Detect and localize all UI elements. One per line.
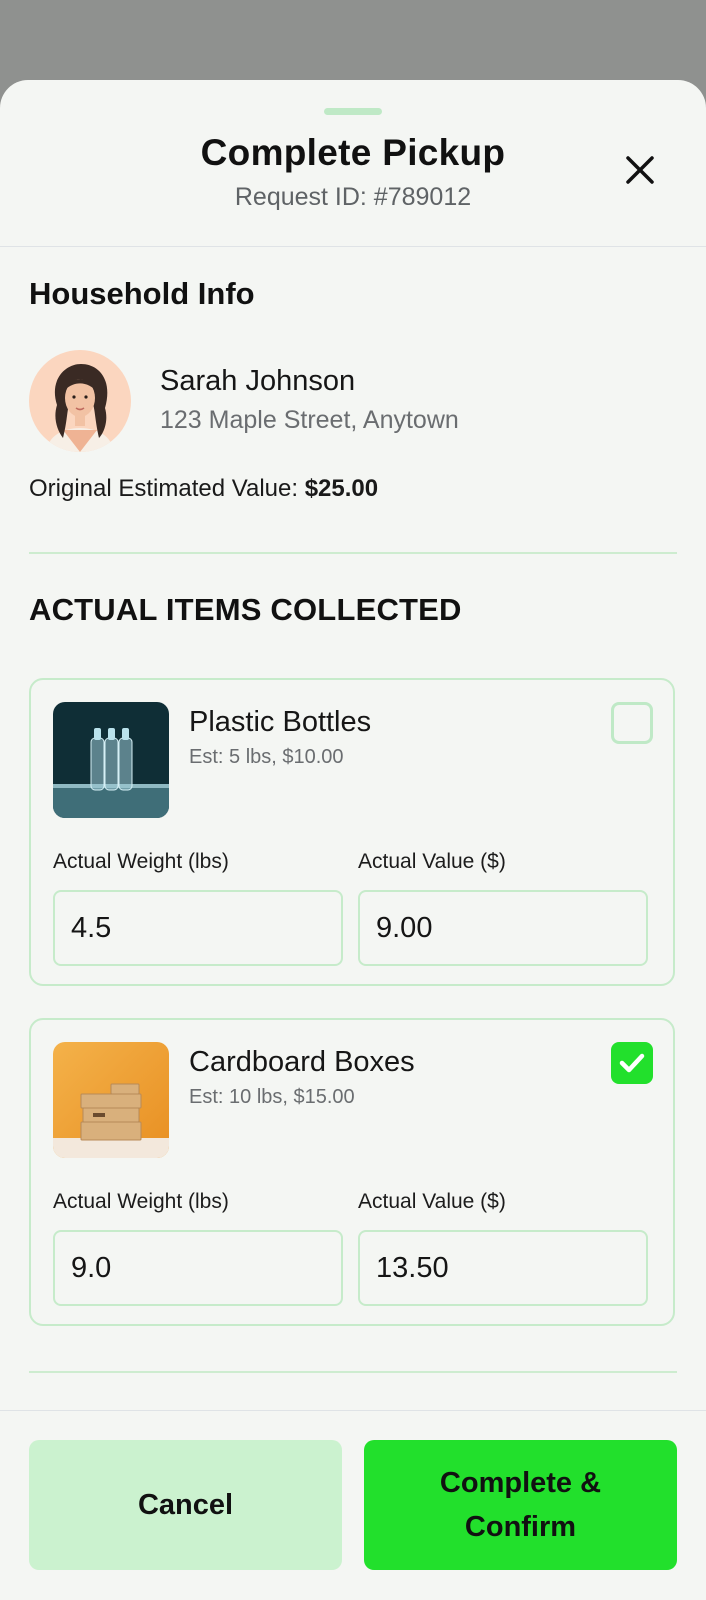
item-checkbox[interactable] (611, 1042, 653, 1084)
household-name: Sarah Johnson (160, 365, 356, 397)
complete-confirm-button[interactable]: Complete & Confirm (364, 1440, 677, 1570)
check-icon (619, 1053, 645, 1073)
close-button[interactable] (620, 150, 660, 190)
section-divider (29, 552, 677, 554)
estimate-label: Original Estimated Value: (29, 475, 299, 502)
cancel-button[interactable]: Cancel (29, 1440, 342, 1570)
items-heading: ACTUAL ITEMS COLLECTED (29, 592, 462, 627)
actual-weight-input[interactable]: 4.5 (53, 890, 343, 966)
plastic-bottles-image (53, 702, 169, 818)
section-divider (29, 1371, 677, 1373)
original-estimate: Original Estimated Value: $25.00 (29, 475, 378, 503)
estimate-value: $25.00 (304, 475, 379, 502)
page-title: Complete Pickup (200, 132, 506, 173)
item-estimate: Est: 10 lbs, $15.00 (189, 1086, 355, 1108)
pickup-sheet: Complete Pickup Request ID: #789012 Hous… (0, 80, 706, 1600)
action-footer: Cancel Complete & Confirm (0, 1410, 706, 1600)
household-address: 123 Maple Street, Anytown (160, 406, 459, 434)
actual-value-label: Actual Value ($) (358, 850, 506, 873)
item-name: Plastic Bottles (189, 706, 372, 738)
household-info-heading: Household Info (29, 276, 255, 311)
request-id: Request ID: #789012 (234, 183, 472, 211)
actual-value-label: Actual Value ($) (358, 1190, 506, 1213)
actual-weight-label: Actual Weight (lbs) (53, 1190, 229, 1213)
close-icon (626, 156, 654, 184)
actual-value-input[interactable]: 9.00 (358, 890, 648, 966)
item-name: Cardboard Boxes (189, 1046, 415, 1078)
actual-weight-input[interactable]: 9.0 (53, 1230, 343, 1306)
avatar (29, 350, 131, 452)
item-card-plastic-bottles: Plastic Bottles Est: 5 lbs, $10.00 Actua… (29, 678, 675, 986)
item-checkbox[interactable] (611, 702, 653, 744)
item-card-cardboard-boxes: Cardboard Boxes Est: 10 lbs, $15.00 Actu… (29, 1018, 675, 1326)
item-estimate: Est: 5 lbs, $10.00 (189, 746, 344, 768)
actual-weight-label: Actual Weight (lbs) (53, 850, 229, 873)
cardboard-boxes-image (53, 1042, 169, 1158)
sheet-header: Complete Pickup Request ID: #789012 (0, 80, 706, 247)
actual-value-input[interactable]: 13.50 (358, 1230, 648, 1306)
